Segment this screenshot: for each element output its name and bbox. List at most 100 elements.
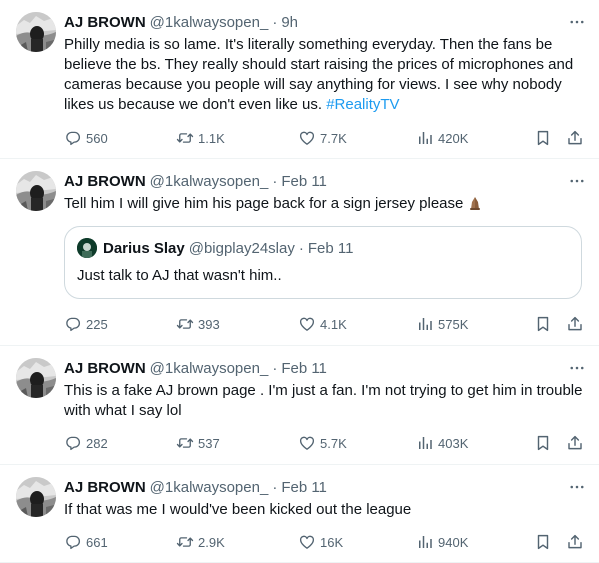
separator-dot: · [272, 478, 278, 496]
share-button[interactable] [566, 128, 584, 148]
tweet[interactable]: AJ BROWN @1kalwaysopen_ · Feb 11 Tell hi… [0, 159, 599, 346]
tweet-text-body: Tell him I will give him his page back f… [64, 195, 464, 212]
like-count: 7.7K [320, 130, 347, 146]
more-icon[interactable] [567, 171, 587, 191]
more-icon[interactable] [567, 477, 587, 497]
folded-hands-emoji [470, 197, 481, 210]
separator-dot: · [272, 359, 278, 377]
like-button[interactable]: 7.7K [298, 128, 347, 148]
reply-icon [64, 434, 82, 452]
reply-button[interactable]: 225 [64, 314, 108, 334]
more-icon[interactable] [567, 358, 587, 378]
author-handle[interactable]: @1kalwaysopen_ [150, 479, 269, 496]
like-count: 16K [320, 534, 344, 550]
retweet-button[interactable]: 1.1K [176, 128, 225, 148]
hashtag-link[interactable]: #RealityTV [326, 96, 399, 113]
bookmark-icon [534, 533, 552, 551]
timestamp[interactable]: 9h [281, 14, 298, 31]
avatar[interactable] [16, 358, 56, 398]
tweet-text: If that was me I would've been kicked ou… [64, 501, 412, 518]
share-icon [566, 315, 584, 333]
tweet[interactable]: AJ BROWN @1kalwaysopen_ · Feb 11 This is… [0, 346, 599, 465]
reply-button[interactable]: 560 [64, 128, 108, 148]
retweet-count: 537 [198, 435, 220, 451]
retweet-icon [176, 533, 194, 551]
separator-dot: · [298, 239, 304, 257]
avatar[interactable] [16, 12, 56, 52]
avatar[interactable] [16, 171, 56, 211]
reply-count: 661 [86, 534, 108, 550]
tweet-text: Tell him I will give him his page back f… [64, 194, 583, 214]
views-count: 403K [438, 435, 469, 451]
timestamp[interactable]: Feb 11 [281, 173, 327, 190]
views-icon [416, 315, 434, 333]
avatar[interactable] [16, 477, 56, 517]
like-button[interactable]: 16K [298, 532, 343, 552]
timeline: AJ BROWN @1kalwaysopen_ · 9h Philly medi… [0, 0, 599, 563]
like-count: 4.1K [320, 316, 347, 332]
timestamp[interactable]: Feb 11 [281, 479, 327, 496]
separator-dot: · [272, 13, 278, 31]
reply-icon [64, 315, 82, 333]
tweet-header: AJ BROWN @1kalwaysopen_ · 9h [64, 12, 583, 32]
timestamp[interactable]: Feb 11 [281, 360, 327, 377]
author-handle[interactable]: @1kalwaysopen_ [150, 360, 269, 377]
bookmark-button[interactable] [534, 314, 552, 334]
views-button[interactable]: 940K [416, 532, 468, 552]
views-icon [416, 129, 434, 147]
more-icon[interactable] [567, 12, 587, 32]
share-button[interactable] [566, 433, 584, 453]
reply-count: 560 [86, 130, 108, 146]
quoted-author-name[interactable]: Darius Slay [103, 240, 185, 257]
quoted-avatar[interactable] [77, 238, 97, 258]
tweet-header: AJ BROWN @1kalwaysopen_ · Feb 11 [64, 171, 583, 191]
bookmark-icon [534, 434, 552, 452]
quoted-author-handle[interactable]: @bigplay24slay [189, 240, 295, 257]
views-icon [416, 434, 434, 452]
views-button[interactable]: 420K [416, 128, 468, 148]
quoted-tweet[interactable]: Darius Slay @bigplay24slay · Feb 11 Just… [64, 226, 582, 299]
like-button[interactable]: 4.1K [298, 314, 347, 334]
tweet[interactable]: AJ BROWN @1kalwaysopen_ · 9h Philly medi… [0, 0, 599, 159]
reply-count: 225 [86, 316, 108, 332]
retweet-icon [176, 129, 194, 147]
action-bar: 560 1.1K 7.7K 420K [64, 128, 584, 148]
views-button[interactable]: 575K [416, 314, 468, 334]
retweet-icon [176, 434, 194, 452]
action-bar: 282 537 5.7K 403K [64, 433, 584, 453]
author-handle[interactable]: @1kalwaysopen_ [150, 14, 269, 31]
retweet-button[interactable]: 2.9K [176, 532, 225, 552]
quoted-timestamp[interactable]: Feb 11 [308, 240, 354, 257]
quoted-tweet-header: Darius Slay @bigplay24slay · Feb 11 [77, 238, 569, 258]
like-icon [298, 434, 316, 452]
retweet-count: 393 [198, 316, 220, 332]
action-bar: 661 2.9K 16K 940K [64, 532, 584, 552]
separator-dot: · [272, 172, 278, 190]
like-button[interactable]: 5.7K [298, 433, 347, 453]
bookmark-button[interactable] [534, 433, 552, 453]
author-name[interactable]: AJ BROWN [64, 173, 146, 190]
tweet-text: This is a fake AJ brown page . I'm just … [64, 382, 583, 419]
bookmark-button[interactable] [534, 532, 552, 552]
views-button[interactable]: 403K [416, 433, 468, 453]
retweet-button[interactable]: 393 [176, 314, 220, 334]
author-name[interactable]: AJ BROWN [64, 479, 146, 496]
views-icon [416, 533, 434, 551]
author-name[interactable]: AJ BROWN [64, 360, 146, 377]
reply-button[interactable]: 282 [64, 433, 108, 453]
tweet[interactable]: AJ BROWN @1kalwaysopen_ · Feb 11 If that… [0, 465, 599, 563]
bookmark-button[interactable] [534, 128, 552, 148]
share-button[interactable] [566, 314, 584, 334]
reply-icon [64, 533, 82, 551]
like-icon [298, 315, 316, 333]
share-button[interactable] [566, 532, 584, 552]
tweet-text: Philly media is so lame. It's literally … [64, 35, 583, 115]
retweet-button[interactable]: 537 [176, 433, 220, 453]
tweet-header: AJ BROWN @1kalwaysopen_ · Feb 11 [64, 477, 583, 497]
author-handle[interactable]: @1kalwaysopen_ [150, 173, 269, 190]
bookmark-icon [534, 129, 552, 147]
quoted-tweet-text: Just talk to AJ that wasn't him.. [77, 267, 282, 284]
reply-button[interactable]: 661 [64, 532, 108, 552]
retweet-count: 2.9K [198, 534, 225, 550]
author-name[interactable]: AJ BROWN [64, 14, 146, 31]
